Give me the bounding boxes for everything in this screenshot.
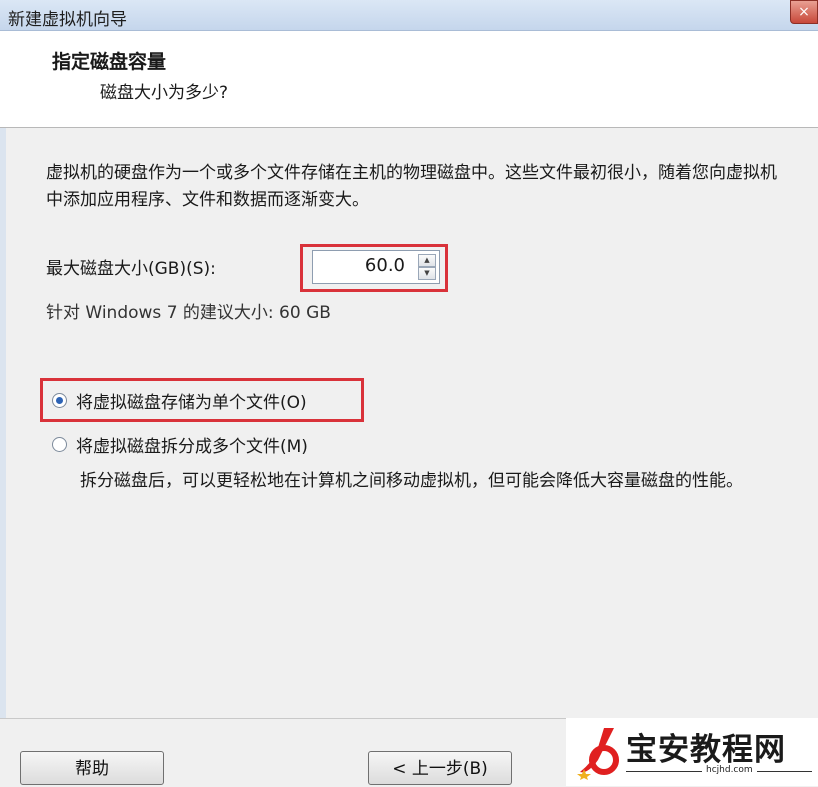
title-bar: 新建虚拟机向导 × [0,0,818,31]
max-disk-size-stepper[interactable]: 60.0 ▲ ▼ [312,250,440,284]
radio-selected-icon[interactable] [52,392,67,408]
recommended-size: 针对 Windows 7 的建议大小: 60 GB [46,303,331,323]
split-description: 拆分磁盘后，可以更轻松地在计算机之间移动虚拟机，但可能会降低大容量磁盘的性能。 [80,471,743,491]
stepper-up-icon[interactable]: ▲ [418,254,436,267]
watermark-text: 宝安教程网 [626,732,786,768]
max-disk-size-value[interactable]: 60.0 [365,255,405,276]
watermark: 宝安教程网 hcjhd.com [566,718,818,786]
stepper-down-icon[interactable]: ▼ [418,267,436,280]
back-button[interactable]: < 上一步(B) [368,751,512,785]
wizard-body: 虚拟机的硬盘作为一个或多个文件存储在主机的物理磁盘中。这些文件最初很小，随着您向… [0,128,818,718]
option-split-files-label: 将虚拟磁盘拆分成多个文件(M) [76,436,308,457]
page-subtitle: 磁盘大小为多少? [100,83,229,103]
option-single-file[interactable]: 将虚拟磁盘存储为单个文件(O) [52,386,307,414]
window-title: 新建虚拟机向导 [8,10,127,30]
watermark-url: hcjhd.com [702,765,757,775]
option-single-file-label: 将虚拟磁盘存储为单个文件(O) [76,392,307,413]
radio-unselected-icon[interactable] [52,436,67,452]
option-split-files[interactable]: 将虚拟磁盘拆分成多个文件(M) [52,430,308,458]
site-logo-icon [577,728,619,780]
page-title: 指定磁盘容量 [52,51,167,73]
close-icon: × [798,4,810,20]
wizard-header: 指定磁盘容量 磁盘大小为多少? [0,31,818,127]
close-button[interactable]: × [790,0,818,24]
stepper-arrows: ▲ ▼ [418,254,436,280]
disk-description: 虚拟机的硬盘作为一个或多个文件存储在主机的物理磁盘中。这些文件最初很小，随着您向… [46,163,777,210]
max-disk-size-label: 最大磁盘大小(GB)(S): [46,259,216,279]
help-button[interactable]: 帮助 [20,751,164,785]
